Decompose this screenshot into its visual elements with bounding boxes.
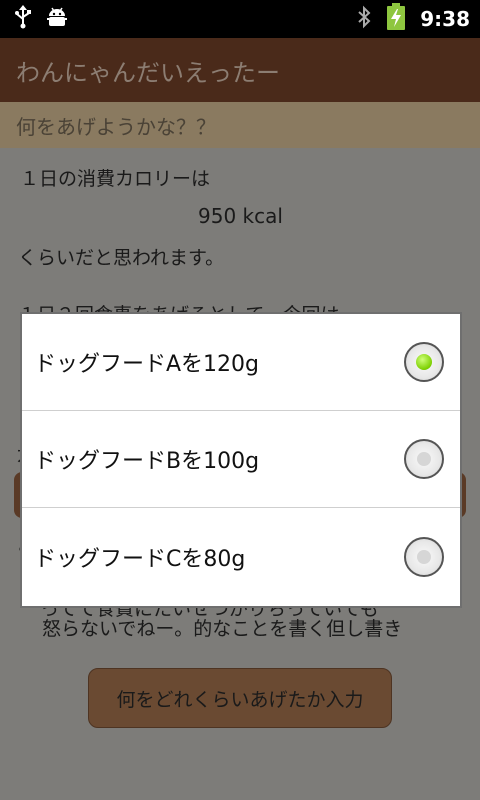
calorie-value: 950 kcal: [198, 204, 283, 228]
food-option-a-label: ドッグフードAを120g: [34, 352, 260, 377]
radio-button-a-selected[interactable]: [404, 342, 444, 382]
food-choice-dialog: ドッグフードAを120g ドッグフードBを100g ドッグフードCを80g: [20, 312, 462, 608]
disclaimer-line-2: 怒らないでねー。的なことを書く但し書き: [42, 618, 403, 640]
food-option-b[interactable]: ドッグフードBを100g: [22, 411, 460, 508]
clock-time: 9:38: [420, 7, 470, 31]
record-feeding-button[interactable]: 何をどれくらいあげたか入力: [88, 668, 392, 728]
app-title: わんにゃんだいえったー: [16, 58, 280, 87]
food-option-b-label: ドッグフードBを100g: [34, 449, 260, 474]
bluetooth-icon: [356, 5, 372, 33]
food-option-c-label: ドッグフードCを80g: [34, 546, 246, 572]
radio-button-b[interactable]: [404, 439, 444, 479]
section-header: 何をあげようかな？？: [0, 102, 480, 148]
usb-icon: [14, 5, 32, 33]
food-option-a[interactable]: ドッグフードAを120g: [22, 314, 460, 411]
status-bar: 9:38: [0, 0, 480, 38]
android-debug-icon: [46, 6, 68, 32]
app-title-bar: わんにゃんだいえったー: [0, 38, 480, 102]
calorie-intro-text: １日の消費カロリーは: [20, 168, 211, 190]
battery-charging-icon: [386, 3, 406, 35]
section-title: 何をあげようかな？？: [16, 114, 216, 139]
calorie-outro-text: くらいだと思われます。: [18, 247, 225, 269]
food-option-c[interactable]: ドッグフードCを80g: [22, 508, 460, 605]
radio-button-c[interactable]: [404, 536, 444, 577]
